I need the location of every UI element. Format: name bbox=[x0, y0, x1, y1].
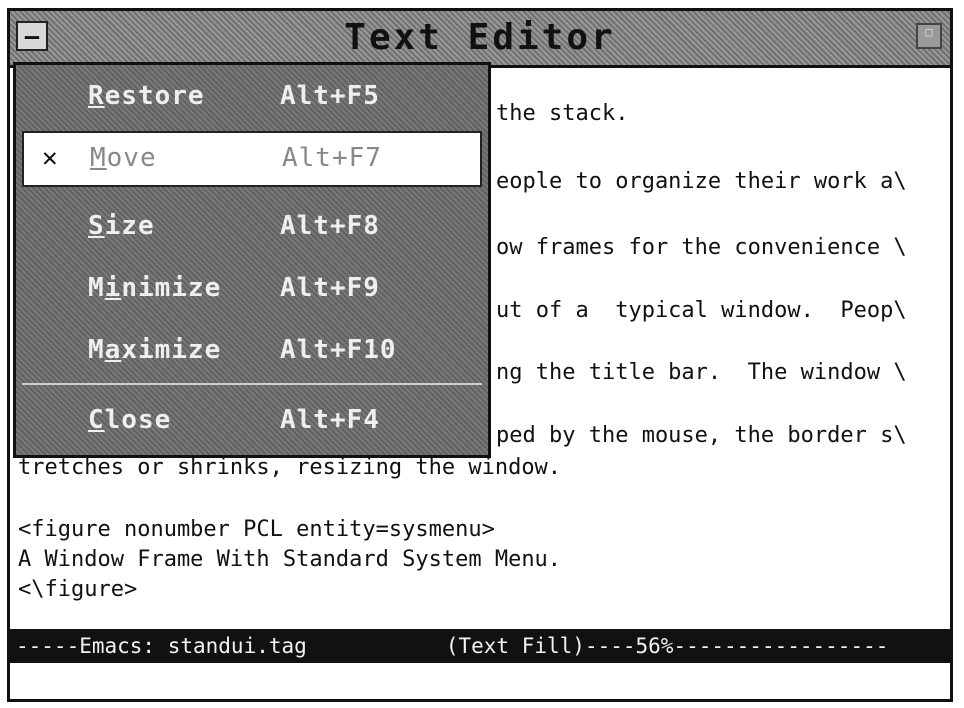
menu-item-label: Close bbox=[88, 405, 172, 435]
menu-item-maximize[interactable]: Maximize Alt+F10 bbox=[22, 323, 482, 379]
menu-item-label: Size bbox=[88, 211, 155, 241]
buffer-line: <\figure> bbox=[18, 577, 138, 602]
menu-item-label: Maximize bbox=[88, 335, 222, 365]
minibuffer[interactable] bbox=[10, 663, 950, 699]
menu-item-minimize[interactable]: Minimize Alt+F9 bbox=[22, 261, 482, 317]
menu-item-accelerator: Alt+F9 bbox=[280, 273, 380, 303]
buffer-line: ow frames for the convenience \ bbox=[496, 235, 907, 260]
buffer-line: ut of a typical window. Peop\ bbox=[496, 298, 907, 323]
menu-item-move[interactable]: ✕ Move Alt+F7 bbox=[22, 131, 482, 187]
maximize-button[interactable]: □ bbox=[916, 23, 942, 49]
menu-item-accelerator: Alt+F8 bbox=[280, 211, 380, 241]
buffer-line: ped by the mouse, the border s\ bbox=[496, 423, 907, 448]
buffer-line: <figure nonumber PCL entity=sysmenu> bbox=[18, 517, 495, 542]
menu-item-label: Restore bbox=[88, 81, 205, 111]
menu-item-close[interactable]: Close Alt+F4 bbox=[22, 393, 482, 449]
buffer-line: A Window Frame With Standard System Menu… bbox=[18, 547, 562, 572]
buffer-line: tretches or shrinks, resizing the window… bbox=[18, 455, 562, 480]
menu-item-accelerator: Alt+F4 bbox=[280, 405, 380, 435]
system-menu: Restore Alt+F5 ✕ Move Alt+F7 Size Alt+F8… bbox=[13, 62, 491, 458]
menu-item-accelerator: Alt+F7 bbox=[282, 143, 382, 173]
menu-item-size[interactable]: Size Alt+F8 bbox=[22, 199, 482, 255]
buffer-line: eople to organize their work a\ bbox=[496, 169, 907, 194]
check-icon: ✕ bbox=[42, 143, 59, 173]
menu-item-label: Move bbox=[90, 143, 157, 173]
emacs-modeline: -----Emacs: standui.tag (Text Fill)----5… bbox=[10, 629, 950, 663]
menu-item-restore[interactable]: Restore Alt+F5 bbox=[22, 69, 482, 125]
window-title: Text Editor bbox=[344, 17, 616, 58]
menu-separator bbox=[22, 383, 482, 385]
menu-item-accelerator: Alt+F10 bbox=[280, 335, 397, 365]
menu-item-accelerator: Alt+F5 bbox=[280, 81, 380, 111]
maximize-icon: □ bbox=[925, 25, 933, 39]
buffer-line: the stack. bbox=[496, 101, 629, 126]
buffer-line: ng the title bar. The window \ bbox=[496, 360, 907, 385]
menu-item-label: Minimize bbox=[88, 273, 222, 303]
title-bar[interactable]: — Text Editor □ bbox=[10, 11, 950, 68]
